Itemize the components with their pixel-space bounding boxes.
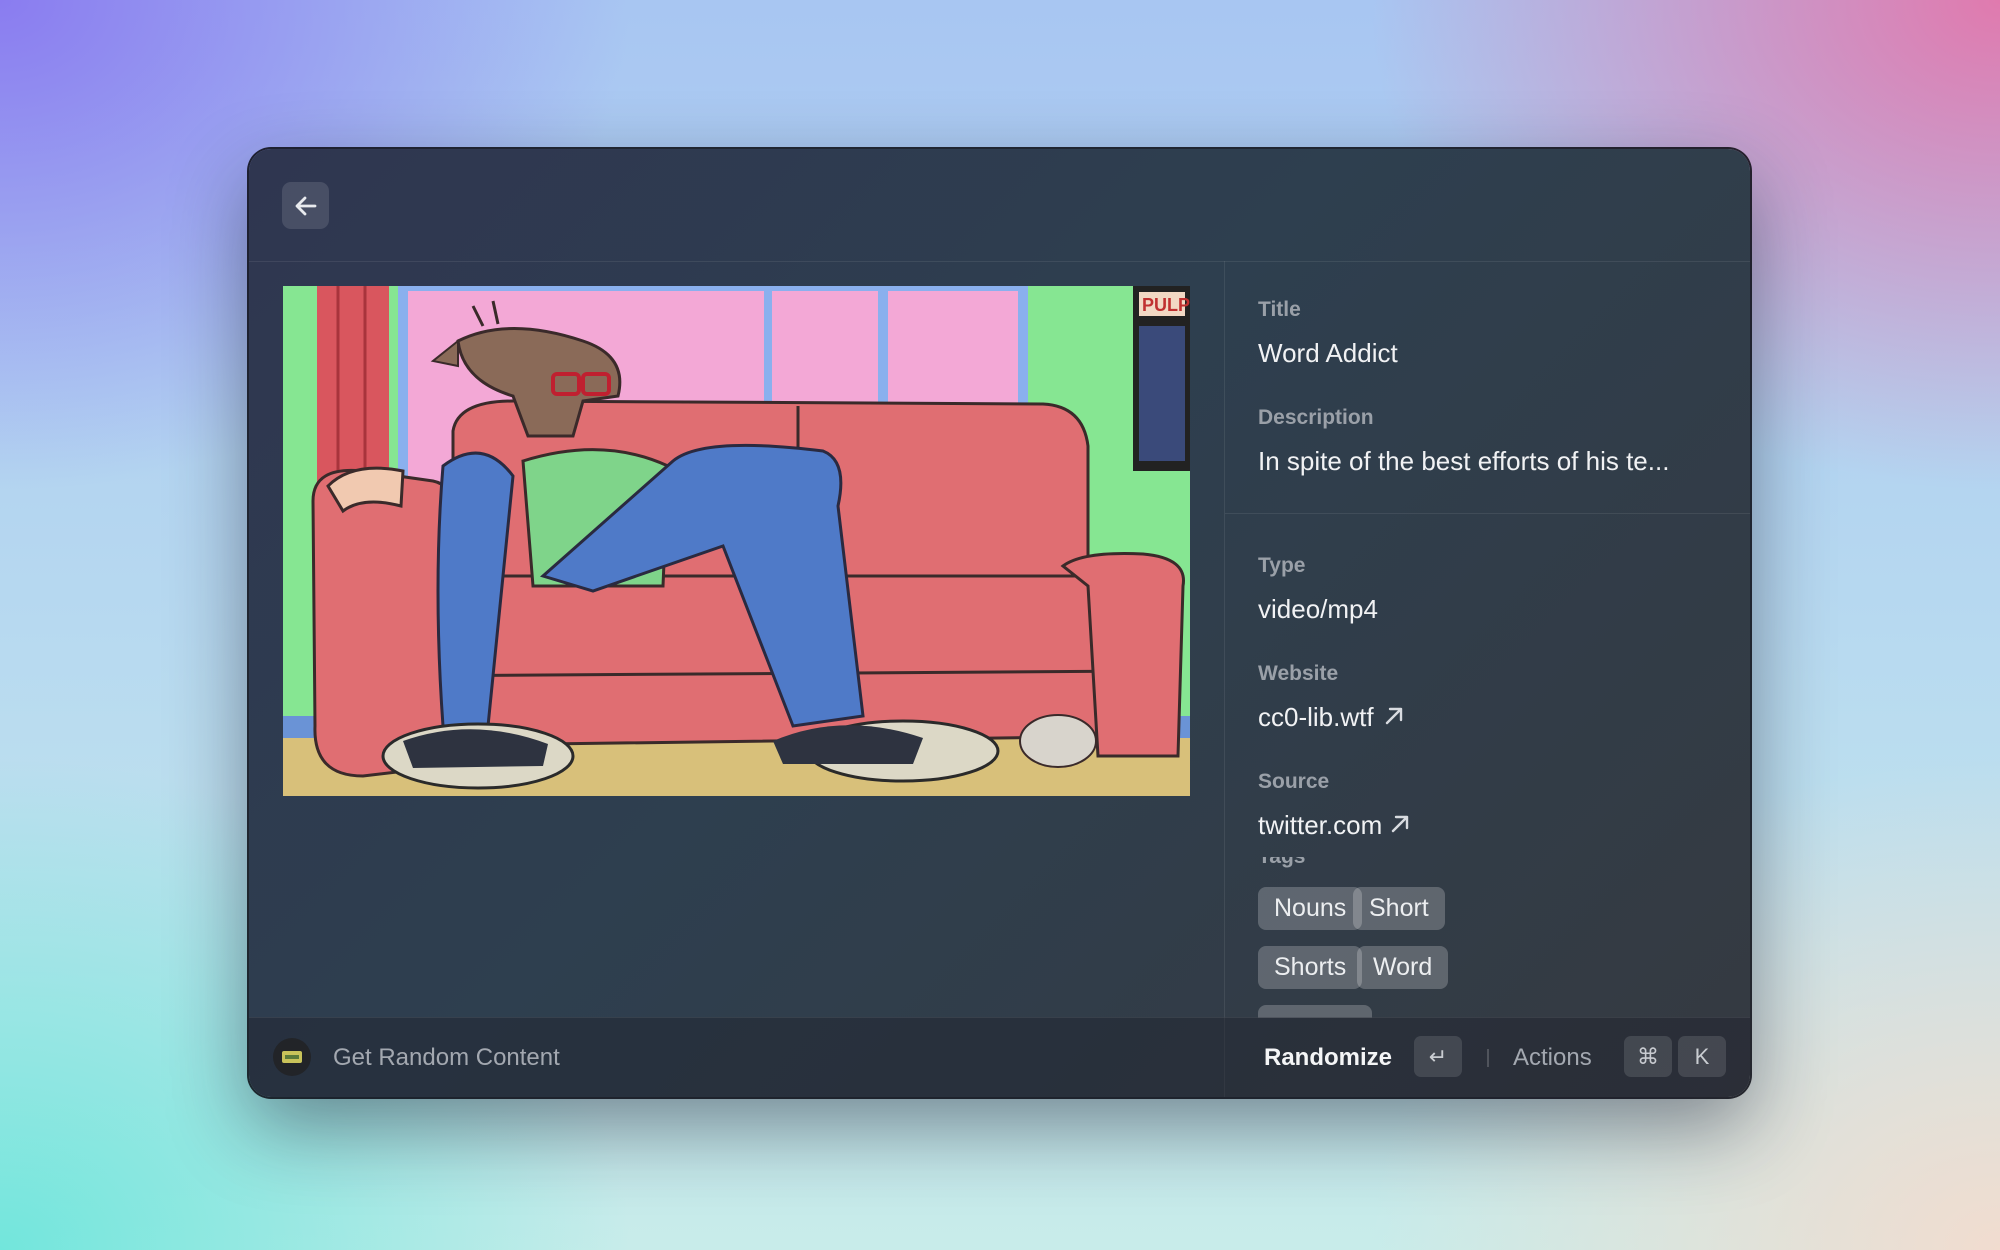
poster-text: PULP — [1142, 295, 1190, 315]
source-link[interactable]: twitter.com — [1258, 810, 1382, 841]
source-label: Source — [1258, 770, 1330, 793]
title-value: Word Addict — [1258, 338, 1398, 368]
website-link[interactable]: cc0-lib.wtf — [1258, 702, 1374, 733]
description-label: Description — [1258, 406, 1374, 429]
website-label: Website — [1258, 662, 1339, 685]
action-bar: Get Random Content Randomize ↵ Actions ⌘… — [249, 1017, 1750, 1097]
footer-separator — [1487, 1049, 1489, 1067]
external-link-icon[interactable] — [1388, 812, 1412, 836]
cartoon-illustration: PULP — [283, 286, 1190, 796]
tag-chip[interactable]: Shorts — [1258, 946, 1363, 989]
extension-window: PULP Title Word Addict Description In sp… — [249, 149, 1750, 1097]
actions-menu-button[interactable]: Actions — [1513, 1044, 1592, 1072]
description-value: In spite of the best efforts of his te..… — [1258, 446, 1670, 476]
command-title: Get Random Content — [333, 1044, 560, 1071]
title-label: Title — [1258, 298, 1301, 321]
metadata-panel: Title Word Addict Description In spite o… — [1225, 261, 1750, 1018]
k-key-hint: K — [1678, 1036, 1726, 1077]
randomize-action[interactable]: Randomize — [1264, 1044, 1392, 1072]
tag-chip[interactable]: Nouns — [1258, 887, 1363, 930]
tag-chip[interactable]: Word — [1357, 946, 1449, 989]
tags-label: Tags — [1258, 857, 1305, 869]
command-key-hint: ⌘ — [1624, 1036, 1672, 1077]
top-bar — [249, 149, 1750, 262]
back-button[interactable] — [282, 182, 329, 229]
external-link-icon[interactable] — [1382, 704, 1406, 728]
media-preview: PULP — [283, 286, 1190, 796]
ticket-icon — [273, 1038, 311, 1076]
tag-chip[interactable]: Short — [1353, 887, 1445, 930]
type-value: video/mp4 — [1258, 594, 1378, 624]
type-label: Type — [1258, 554, 1306, 577]
return-key-hint: ↵ — [1414, 1036, 1462, 1077]
arrow-left-icon — [295, 196, 316, 215]
metadata-divider — [1225, 513, 1750, 514]
